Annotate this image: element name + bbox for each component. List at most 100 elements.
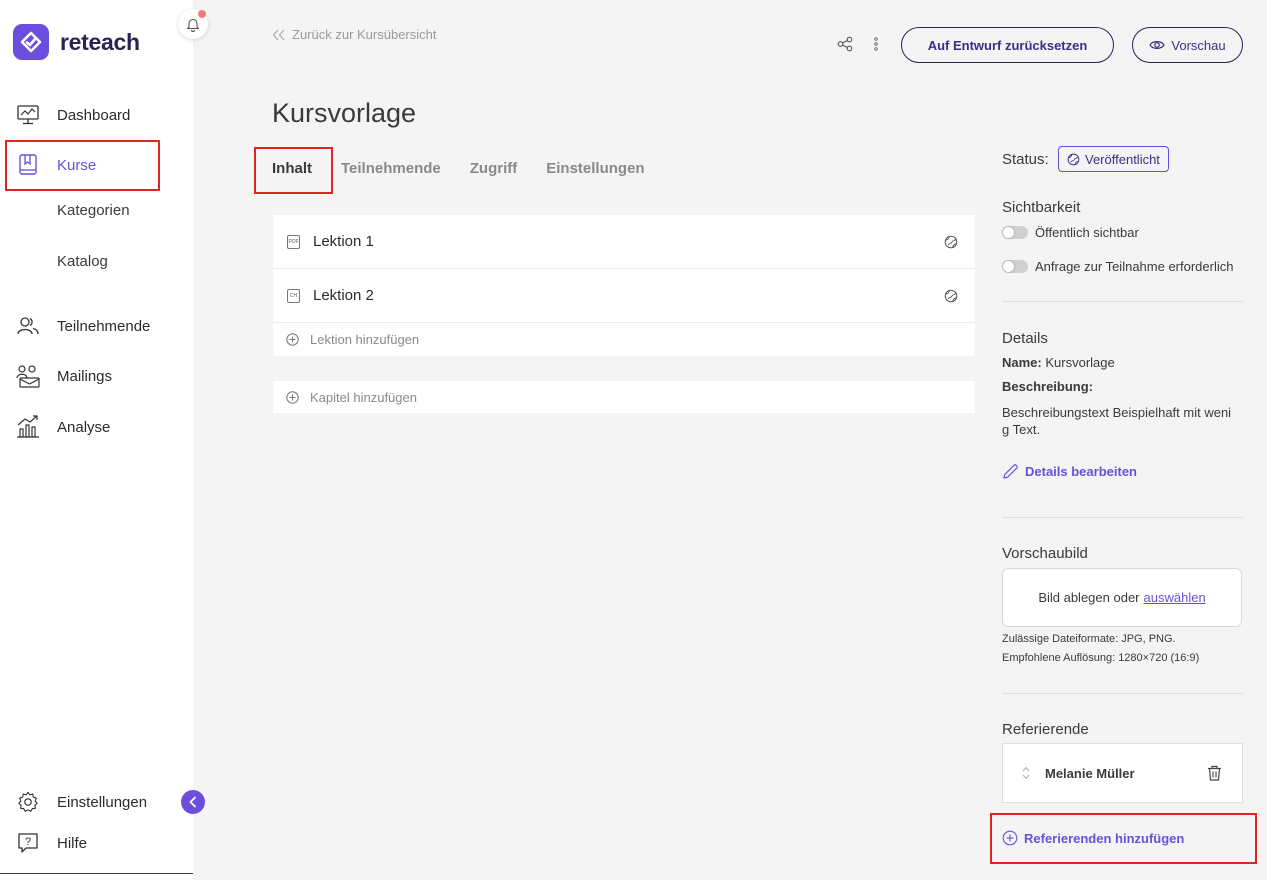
edit-details-link[interactable]: Details bearbeiten bbox=[1002, 463, 1137, 480]
speaker-name: Melanie Müller bbox=[1045, 765, 1135, 781]
sidebar-item-analyse[interactable]: Analyse bbox=[16, 415, 110, 439]
description-line: Beschreibungstext Beispielhaft mit weni bbox=[1002, 405, 1232, 420]
sidebar-item-label: Mailings bbox=[57, 367, 113, 385]
lesson-title: Lektion 1 bbox=[313, 233, 374, 250]
more-vertical-icon bbox=[874, 37, 878, 51]
preview-image-title: Vorschaubild bbox=[1002, 545, 1088, 562]
logo-text: reteach bbox=[60, 28, 140, 55]
page-title: Kursvorlage bbox=[272, 98, 417, 128]
globe-icon bbox=[944, 289, 958, 303]
speakers-title: Referierende bbox=[1002, 721, 1089, 738]
public-visibility-toggle-row[interactable]: Öffentlich sichtbar bbox=[1002, 225, 1139, 240]
description-line: g Text. bbox=[1002, 422, 1041, 437]
notification-dot bbox=[198, 10, 206, 18]
sidebar: reteach Dashboard Kurse Kategorien Katal… bbox=[0, 0, 193, 880]
sidebar-item-label: Hilfe bbox=[57, 834, 88, 852]
divider bbox=[1002, 517, 1243, 518]
sidebar-item-kategorien[interactable]: Kategorien bbox=[57, 202, 130, 219]
sidebar-item-label: Einstellungen bbox=[57, 793, 148, 811]
status-badge[interactable]: Veröffentlicht bbox=[1058, 146, 1169, 172]
gear-icon bbox=[16, 790, 40, 814]
highlight-box-inhalt bbox=[254, 147, 333, 194]
description-label: Beschreibung: bbox=[1002, 379, 1094, 394]
sidebar-item-mailings[interactable]: Mailings bbox=[16, 364, 112, 388]
description-value: Beschreibungstext Beispielhaft mit weni … bbox=[1002, 404, 1231, 438]
users-icon bbox=[16, 314, 40, 338]
sidebar-item-label: Teilnehmende bbox=[57, 317, 151, 335]
tab-zugriff[interactable]: Zugriff bbox=[470, 160, 517, 177]
add-chapter-card: Kapitel hinzufügen bbox=[273, 381, 975, 413]
reset-to-draft-button[interactable]: Auf Entwurf zurücksetzen bbox=[901, 27, 1114, 63]
lesson-title: Lektion 2 bbox=[313, 287, 374, 304]
course-file-icon: CH bbox=[287, 288, 300, 303]
back-to-course-overview-link[interactable]: Zurück zur Kursübersicht bbox=[272, 27, 437, 42]
toggle-label: Öffentlich sichtbar bbox=[1035, 225, 1139, 240]
globe-icon bbox=[1067, 153, 1080, 165]
status-label: Status: bbox=[1002, 151, 1049, 168]
edit-details-label: Details bearbeiten bbox=[1025, 464, 1137, 479]
chapter-card: PDF Lektion 1 CH Lektion 2 Lektion hinzu… bbox=[273, 215, 975, 356]
participation-request-toggle-row[interactable]: Anfrage zur Teilnahme erforderlich bbox=[1002, 259, 1233, 274]
preview-button[interactable]: Vorschau bbox=[1132, 27, 1243, 63]
resolution-note: Empfohlene Auflösung: 1280×720 (16:9) bbox=[1002, 652, 1200, 664]
collapse-sidebar-button[interactable] bbox=[181, 790, 205, 814]
sidebar-item-katalog[interactable]: Katalog bbox=[57, 253, 108, 270]
add-lesson-label: Lektion hinzufügen bbox=[310, 332, 420, 347]
share-icon bbox=[837, 36, 853, 52]
public-visibility-toggle[interactable] bbox=[1002, 226, 1028, 239]
divider bbox=[1002, 693, 1243, 694]
notification-bell-button[interactable] bbox=[178, 9, 208, 39]
sidebar-item-label: Dashboard bbox=[57, 106, 131, 124]
lesson-row[interactable]: PDF Lektion 1 bbox=[273, 215, 975, 269]
plus-circle-icon bbox=[286, 333, 299, 346]
sidebar-item-dashboard[interactable]: Dashboard bbox=[16, 103, 130, 127]
formats-note: Zulässige Dateiformate: JPG, PNG. bbox=[1002, 633, 1176, 645]
tab-teilnehmende[interactable]: Teilnehmende bbox=[341, 160, 441, 177]
pdf-file-icon: PDF bbox=[287, 234, 300, 249]
sidebar-item-einstellungen[interactable]: Einstellungen bbox=[16, 790, 147, 814]
sidebar-item-hilfe[interactable]: ? Hilfe bbox=[16, 831, 87, 855]
highlight-box-add-speaker bbox=[990, 813, 1257, 864]
image-dropzone[interactable]: Bild ablegen oder auswählen bbox=[1002, 568, 1242, 627]
divider bbox=[1002, 301, 1243, 302]
preview-button-label: Vorschau bbox=[1171, 37, 1226, 53]
add-lesson-button[interactable]: Lektion hinzufügen bbox=[273, 323, 975, 356]
highlight-box-kurse bbox=[5, 140, 160, 191]
select-file-link[interactable]: auswählen bbox=[1144, 590, 1206, 605]
name-value: Kursvorlage bbox=[1045, 355, 1115, 370]
visibility-title: Sichtbarkeit bbox=[1002, 199, 1081, 216]
svg-text:?: ? bbox=[25, 836, 31, 848]
globe-icon bbox=[944, 235, 958, 249]
double-chevron-left-icon bbox=[272, 29, 285, 40]
analytics-icon bbox=[16, 415, 40, 439]
status-value: Veröffentlicht bbox=[1085, 151, 1160, 167]
add-chapter-label: Kapitel hinzufügen bbox=[310, 389, 417, 405]
dashboard-icon bbox=[16, 103, 40, 127]
eye-icon bbox=[1149, 41, 1166, 49]
name-label: Name: bbox=[1002, 355, 1042, 370]
mailings-icon bbox=[16, 364, 40, 388]
reteach-logo-icon bbox=[13, 24, 49, 60]
lesson-row[interactable]: CH Lektion 2 bbox=[273, 269, 975, 323]
trash-icon[interactable] bbox=[1207, 765, 1222, 781]
participation-request-toggle[interactable] bbox=[1002, 260, 1028, 273]
share-button[interactable] bbox=[836, 35, 854, 53]
tab-einstellungen[interactable]: Einstellungen bbox=[546, 160, 644, 177]
sidebar-bottom-divider bbox=[0, 873, 193, 874]
details-name: Name: Kursvorlage bbox=[1002, 355, 1115, 370]
help-icon: ? bbox=[16, 831, 40, 855]
bell-icon bbox=[186, 18, 200, 32]
speaker-row[interactable]: Melanie Müller bbox=[1002, 743, 1243, 803]
plus-circle-icon bbox=[286, 390, 299, 404]
sidebar-item-label: Analyse bbox=[57, 418, 111, 436]
more-options-button[interactable] bbox=[870, 35, 882, 53]
pencil-icon bbox=[1003, 464, 1018, 479]
chevron-left-icon bbox=[189, 796, 196, 808]
add-chapter-button[interactable]: Kapitel hinzufügen bbox=[273, 381, 975, 413]
details-title: Details bbox=[1002, 330, 1048, 347]
sidebar-item-teilnehmende[interactable]: Teilnehmende bbox=[16, 314, 150, 338]
drag-handle-icon[interactable] bbox=[1021, 765, 1031, 781]
dropzone-text: Bild ablegen oder bbox=[1038, 590, 1140, 605]
logo[interactable]: reteach bbox=[13, 24, 140, 60]
toggle-label: Anfrage zur Teilnahme erforderlich bbox=[1035, 259, 1234, 274]
